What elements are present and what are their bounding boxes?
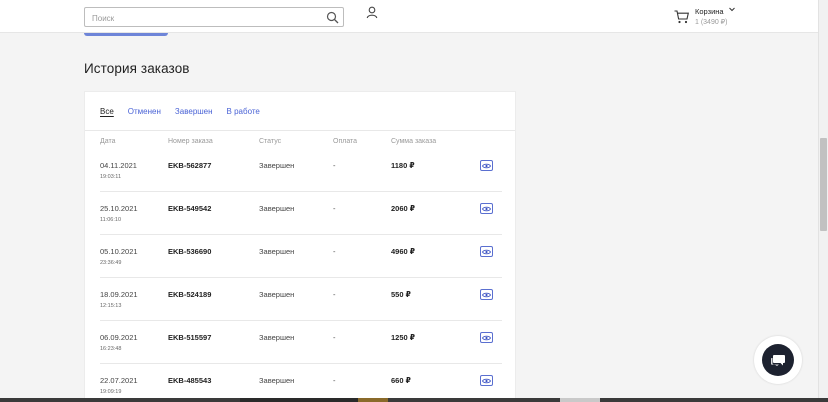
order-payment: - — [333, 333, 336, 342]
order-payment: - — [333, 247, 336, 256]
order-date: 05.10.2021 — [100, 247, 138, 256]
eye-icon[interactable] — [480, 332, 493, 343]
order-payment: - — [333, 376, 336, 385]
search-input[interactable] — [85, 9, 315, 28]
order-time: 23:36:49 — [100, 260, 122, 266]
user-icon[interactable] — [366, 6, 378, 19]
table-row: 18.09.2021 12:15:13 EKB-524189 Завершен … — [100, 278, 502, 321]
scrollbar-thumb[interactable] — [820, 138, 827, 231]
divider — [85, 130, 515, 131]
order-time: 11:06:10 — [100, 217, 122, 223]
order-status: Завершен — [259, 247, 295, 256]
eye-icon[interactable] — [480, 375, 493, 386]
order-number: EKB-562877 — [168, 161, 212, 170]
order-status: Завершен — [259, 333, 295, 342]
order-number: EKB-549542 — [168, 204, 212, 213]
order-time: 19:03:11 — [100, 174, 122, 180]
column-header-payment: Оплата — [333, 138, 358, 145]
table-row: 05.10.2021 23:36:49 EKB-536690 Завершен … — [100, 235, 502, 278]
eye-icon[interactable] — [480, 203, 493, 214]
eye-icon[interactable] — [480, 246, 493, 257]
order-sum: 550 ₽ — [391, 290, 411, 299]
orders-card: Все Отменен Завершен В работе Дата Номер… — [84, 91, 516, 402]
chat-icon — [762, 344, 794, 376]
vertical-scrollbar[interactable] — [818, 0, 828, 402]
order-payment: - — [333, 161, 336, 170]
tab-in-progress[interactable]: В работе — [227, 107, 260, 121]
chat-button[interactable] — [754, 336, 802, 384]
tab-completed[interactable]: Завершен — [175, 107, 213, 121]
column-header-number: Номер заказа — [168, 138, 213, 145]
order-sum: 1250 ₽ — [391, 333, 415, 342]
cart-sum: 1 (3490 ₽) — [695, 19, 728, 26]
order-sum: 2060 ₽ — [391, 204, 415, 213]
order-number: EKB-515597 — [168, 333, 212, 342]
orders-table: 04.11.2021 19:03:11 EKB-562877 Завершен … — [100, 149, 502, 402]
order-time: 16:23:48 — [100, 346, 122, 352]
order-sum: 1180 ₽ — [391, 161, 415, 170]
order-date: 22.07.2021 — [100, 376, 138, 385]
eye-icon[interactable] — [480, 160, 493, 171]
order-payment: - — [333, 290, 336, 299]
tab-cancelled[interactable]: Отменен — [128, 107, 161, 121]
order-number: EKB-524189 — [168, 290, 212, 299]
table-header: Дата Номер заказа Статус Оплата Сумма за… — [100, 138, 500, 148]
order-date: 04.11.2021 — [100, 161, 137, 170]
order-time: 12:15:13 — [100, 303, 122, 309]
table-row: 06.09.2021 16:23:48 EKB-515597 Завершен … — [100, 321, 502, 364]
order-number: EKB-536690 — [168, 247, 212, 256]
chevron-down-icon — [729, 7, 735, 14]
order-payment: - — [333, 204, 336, 213]
taskbar-strip — [0, 398, 828, 402]
table-row: 25.10.2021 11:06:10 EKB-549542 Завершен … — [100, 192, 502, 235]
order-date: 18.09.2021 — [100, 290, 138, 299]
taskbar-segment — [358, 398, 388, 402]
search-box — [84, 7, 344, 28]
search-icon[interactable] — [326, 11, 339, 24]
cart-label: Корзина — [695, 7, 724, 16]
table-row: 04.11.2021 19:03:11 EKB-562877 Завершен … — [100, 149, 502, 192]
order-status: Завершен — [259, 204, 295, 213]
order-sum: 4960 ₽ — [391, 247, 415, 256]
page-title: История заказов — [84, 61, 190, 76]
partial-button-edge[interactable] — [84, 33, 168, 36]
order-number: EKB-485543 — [168, 376, 212, 385]
order-date: 06.09.2021 — [100, 333, 138, 342]
order-filter-tabs: Все Отменен Завершен В работе — [100, 107, 274, 121]
table-row: 22.07.2021 19:09:19 EKB-485543 Завершен … — [100, 364, 502, 402]
tab-all[interactable]: Все — [100, 107, 114, 121]
order-date: 25.10.2021 — [100, 204, 138, 213]
eye-icon[interactable] — [480, 289, 493, 300]
order-status: Завершен — [259, 376, 295, 385]
cart-button[interactable]: Корзина 1 (3490 ₽) — [674, 6, 744, 30]
taskbar-segment — [560, 398, 600, 402]
order-sum: 660 ₽ — [391, 376, 411, 385]
order-time: 19:09:19 — [100, 389, 122, 395]
cart-icon — [674, 10, 689, 24]
column-header-sum: Сумма заказа — [391, 138, 437, 145]
taskbar-segment — [240, 398, 358, 402]
header: Корзина 1 (3490 ₽) — [0, 0, 818, 33]
column-header-date: Дата — [100, 138, 116, 145]
column-header-status: Статус — [259, 138, 282, 145]
order-status: Завершен — [259, 290, 295, 299]
order-status: Завершен — [259, 161, 295, 170]
